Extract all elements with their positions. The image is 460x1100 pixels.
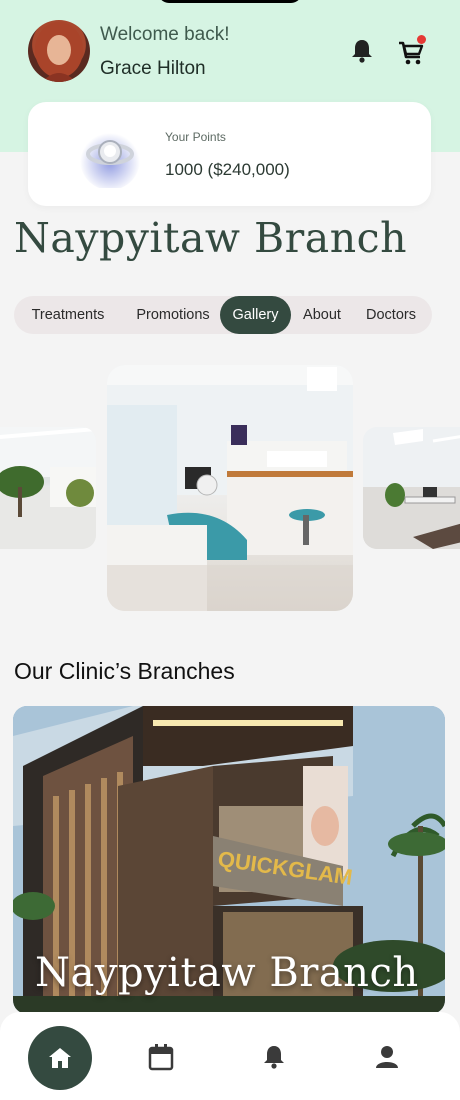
welcome-text: Welcome back!	[100, 24, 230, 45]
user-icon[interactable]	[372, 1042, 402, 1072]
user-name: Grace Hilton	[100, 58, 206, 79]
gallery-image-lobby[interactable]	[0, 427, 96, 549]
gallery-image-office[interactable]	[363, 427, 460, 549]
points-value: 1000 ($240,000)	[165, 160, 290, 179]
bell-icon[interactable]	[260, 1042, 288, 1072]
page-title: Naypyitaw Branch	[14, 214, 407, 262]
ring-icon	[78, 124, 142, 190]
tab-promotions[interactable]: Promotions	[122, 296, 224, 334]
cart-badge	[417, 35, 426, 44]
tab-treatments[interactable]: Treatments	[18, 296, 118, 334]
branch-card-title: Naypyitaw Branch	[35, 950, 419, 996]
tab-bar: Treatments Promotions Gallery About Doct…	[14, 296, 432, 334]
points-label: Your Points	[165, 130, 226, 144]
home-icon[interactable]	[28, 1026, 92, 1090]
gallery-image-dental-room[interactable]	[107, 365, 353, 611]
tab-gallery[interactable]: Gallery	[220, 296, 291, 334]
tab-about[interactable]: About	[294, 296, 350, 334]
bottom-navigation	[0, 1012, 460, 1100]
branches-section-title: Our Clinic’s Branches	[14, 658, 235, 684]
cart-icon[interactable]	[394, 35, 428, 70]
calendar-icon[interactable]	[146, 1042, 176, 1072]
notification-bell-icon[interactable]	[348, 36, 376, 66]
device-notch	[158, 0, 302, 3]
avatar[interactable]	[28, 20, 90, 82]
branch-card[interactable]: QUICKGLAM Naypyitaw Branch	[13, 706, 445, 1014]
tab-doctors[interactable]: Doctors	[354, 296, 428, 334]
points-card[interactable]: Your Points 1000 ($240,000)	[28, 102, 431, 206]
